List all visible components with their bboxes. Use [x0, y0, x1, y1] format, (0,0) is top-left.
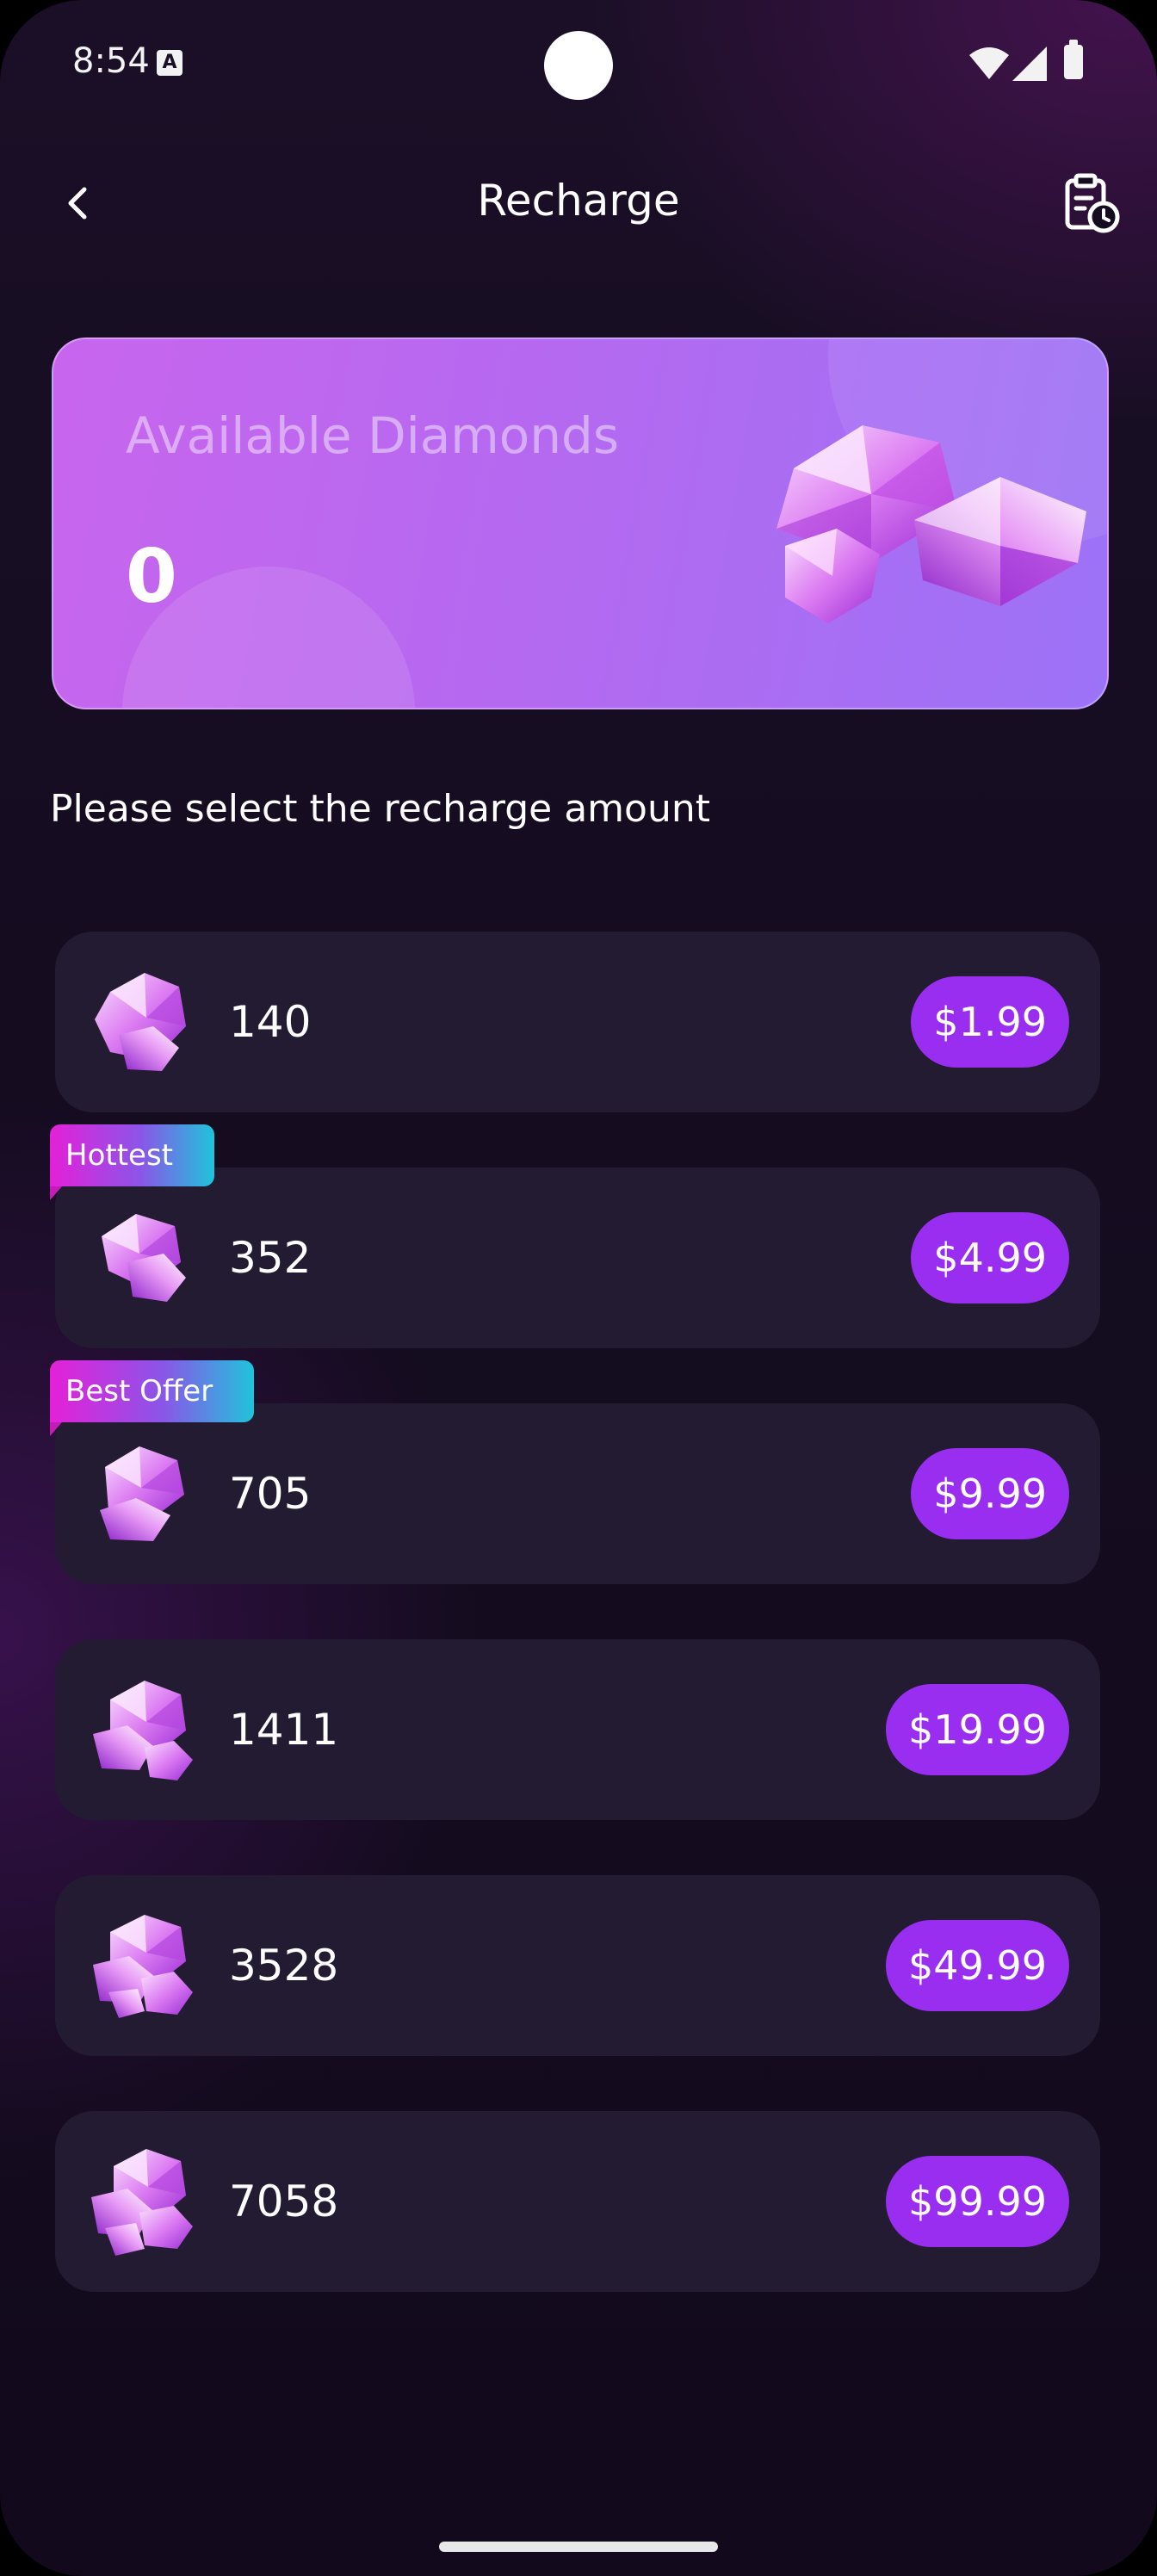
price-button[interactable]: $49.99 [886, 1920, 1069, 2011]
diamond-pile-icon [95, 973, 186, 1071]
package-row[interactable]: 140 $1.99 [55, 932, 1100, 1112]
price-button[interactable]: $99.99 [886, 2156, 1069, 2247]
package-row[interactable]: 352 $4.99 [55, 1167, 1100, 1348]
camera-cutout [544, 31, 613, 100]
package-row[interactable]: 705 $9.99 [55, 1403, 1100, 1584]
package-amount: 352 [229, 1233, 312, 1283]
package-row[interactable]: 3528 $49.99 [55, 1875, 1100, 2056]
price-button[interactable]: $19.99 [886, 1684, 1069, 1775]
package-amount: 7058 [229, 2177, 339, 2226]
package-amount: 3528 [229, 1941, 339, 1991]
clipboard-clock-icon [1065, 173, 1120, 233]
history-button[interactable] [1057, 169, 1126, 238]
diamonds-illustration-icon [776, 425, 1086, 623]
diamond-pile-icon [93, 1915, 193, 2018]
notification-a-icon: A [157, 50, 183, 76]
signal-icon [1012, 46, 1047, 81]
price-button[interactable]: $1.99 [911, 976, 1069, 1068]
price-button[interactable]: $9.99 [911, 1448, 1069, 1539]
balance-card: Available Diamonds 0 [52, 337, 1109, 709]
home-indicator[interactable] [439, 2542, 718, 2552]
balance-value: 0 [126, 534, 177, 620]
wifi-icon [969, 47, 1009, 79]
status-time: 8:54 [72, 41, 150, 81]
package-row[interactable]: 1411 $19.99 [55, 1639, 1100, 1820]
balance-label: Available Diamonds [126, 406, 620, 465]
diamond-pile-icon [93, 1681, 193, 1780]
status-bar: 8:54 A [0, 0, 1157, 129]
diamond-pile-icon [91, 2149, 193, 2256]
diamond-pile-icon [102, 1214, 186, 1302]
price-button[interactable]: $4.99 [911, 1212, 1069, 1303]
package-amount: 140 [229, 997, 312, 1047]
battery-icon [1064, 40, 1083, 79]
section-label: Please select the recharge amount [50, 787, 710, 831]
package-amount: 705 [229, 1469, 312, 1519]
package-row[interactable]: 7058 $99.99 [55, 2111, 1100, 2292]
recharge-screen: 8:54 A Recharge Available Diamonds 0 Ple… [0, 0, 1157, 2576]
package-amount: 1411 [229, 1705, 339, 1755]
best-offer-badge: Best Offer [50, 1360, 255, 1436]
hottest-badge: Hottest [50, 1124, 214, 1200]
diamond-pile-icon [100, 1446, 184, 1541]
page-title: Recharge [477, 176, 680, 226]
